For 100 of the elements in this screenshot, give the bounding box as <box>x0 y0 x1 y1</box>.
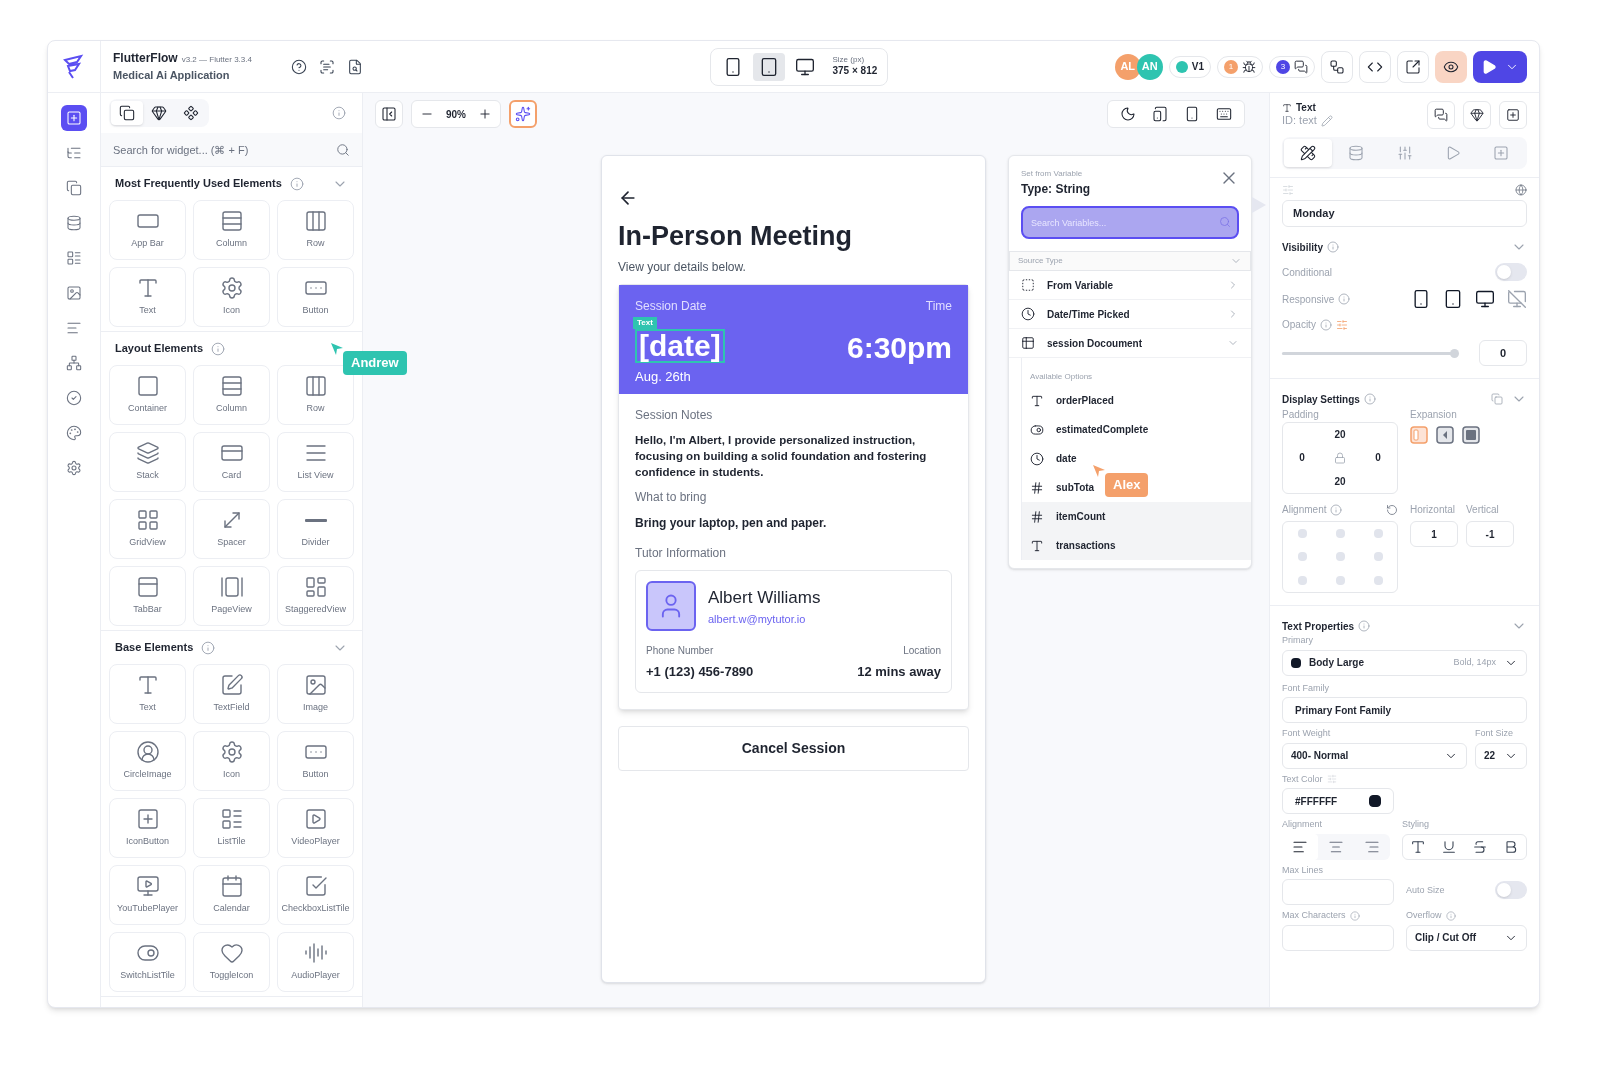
widget-tile[interactable]: Icon <box>193 731 270 791</box>
widget-tile[interactable]: GridView <box>109 499 186 559</box>
responsive-toggle[interactable] <box>1443 289 1463 309</box>
sliders-icon <box>1326 774 1337 785</box>
search-icon <box>336 143 350 157</box>
widget-tile[interactable]: Column <box>193 365 270 425</box>
desktop-icon <box>794 56 815 77</box>
widget-tile[interactable]: CircleImage <box>109 731 186 791</box>
padding-top[interactable]: 20 <box>1334 427 1346 443</box>
widget-tile[interactable]: PageView <box>193 566 270 626</box>
video-player-icon <box>135 874 160 899</box>
widget-tile[interactable]: StaggeredView <box>277 566 354 626</box>
panel-tab[interactable] <box>111 101 143 125</box>
padding-left[interactable]: 0 <box>1299 450 1305 466</box>
option-item[interactable]: orderPlaced <box>1030 393 1114 408</box>
option-item[interactable]: date <box>1030 451 1077 466</box>
preview-button[interactable] <box>1435 50 1467 83</box>
widget-tile[interactable]: Column <box>193 200 270 260</box>
max-characters-field[interactable] <box>1282 924 1394 951</box>
widget-tile[interactable]: Text <box>109 267 186 327</box>
option-item[interactable]: transactions <box>1030 538 1116 553</box>
text-value-field[interactable]: Monday <box>1282 200 1527 227</box>
widget-tile[interactable]: Row <box>277 200 354 260</box>
widget-search-field[interactable]: Search for widget... (⌘ + F) <box>101 133 362 166</box>
option-item[interactable]: estimatedComplete <box>1030 422 1149 437</box>
widget-tile[interactable]: Card <box>193 432 270 492</box>
option-item[interactable]: subTota <box>1030 480 1095 495</box>
toolbar-button[interactable] <box>1359 50 1391 83</box>
section-title: Most Frequently Used Elements <box>115 176 282 192</box>
rail-button[interactable] <box>61 105 87 131</box>
source-item[interactable]: From Variable <box>1009 271 1251 300</box>
padding-label: Padding <box>1282 408 1320 422</box>
font-size-dropdown[interactable]: 22 <box>1475 742 1527 769</box>
expanded-icon[interactable] <box>1436 426 1454 444</box>
widget-tile[interactable]: Button <box>277 731 354 791</box>
panel-action-button[interactable] <box>1463 101 1491 129</box>
responsive-toggle[interactable] <box>1507 289 1527 309</box>
toggle-switch[interactable] <box>1495 881 1527 900</box>
font-family-field[interactable]: Primary Font Family <box>1282 697 1527 723</box>
cancel-session-button[interactable]: Cancel Session <box>618 725 969 771</box>
toggle-switch[interactable] <box>1495 263 1527 281</box>
widget-tile[interactable]: List View <box>277 432 354 492</box>
session-notes: Hello, I'm Albert, I provide personalized instruction, focusing on building a solid foundation and fostering confidence in students. <box>635 433 928 481</box>
toolbar-button[interactable] <box>1397 50 1429 83</box>
widget-tile[interactable]: Icon <box>193 267 270 327</box>
opacity-field[interactable]: 0 <box>1479 340 1527 366</box>
run-button[interactable] <box>1473 50 1527 83</box>
text-color-field[interactable]: #FFFFFF <box>1282 788 1394 814</box>
heart-icon <box>219 941 244 966</box>
responsive-toggle[interactable] <box>1475 289 1495 309</box>
widget-tile[interactable]: Stack <box>109 432 186 492</box>
play-icon <box>1481 58 1497 75</box>
horizontal-field[interactable]: 1 <box>1410 521 1458 547</box>
font-weight-dropdown[interactable]: 400- Normal <box>1282 742 1467 769</box>
padding-bottom[interactable]: 20 <box>1334 473 1346 489</box>
widget-tile[interactable]: TabBar <box>109 566 186 626</box>
widget-tile[interactable]: CheckboxListTile <box>277 865 354 925</box>
check-circle-icon <box>66 390 82 406</box>
vertical-field[interactable]: -1 <box>1466 521 1514 547</box>
device-button[interactable] <box>752 52 785 81</box>
max-lines-field[interactable] <box>1282 879 1394 905</box>
source-item[interactable]: session Docoument <box>1009 329 1251 358</box>
tutor-email[interactable]: albert.w@mytutor.io <box>708 610 821 628</box>
widget-tile[interactable]: VideoPlayer <box>277 798 354 858</box>
ai-button[interactable] <box>509 100 537 128</box>
panel-action-button[interactable] <box>1427 101 1455 129</box>
widget-tile[interactable]: Image <box>277 664 354 724</box>
vertical-label: Vertical <box>1466 503 1500 517</box>
fill-icon[interactable] <box>1462 426 1480 444</box>
widget-tile[interactable]: Calendar <box>193 865 270 925</box>
widget-tile[interactable]: SwitchListTile <box>109 932 186 992</box>
widget-tile[interactable]: Text <box>109 664 186 724</box>
gear-icon <box>219 740 244 765</box>
widget-tile[interactable]: IconButton <box>109 798 186 858</box>
devices-icon <box>1152 106 1168 122</box>
widget-tile[interactable]: ListTile <box>193 798 270 858</box>
padding-right[interactable]: 0 <box>1375 450 1381 466</box>
style-swatch <box>1291 657 1301 668</box>
panel-action-button[interactable] <box>1499 101 1527 129</box>
row-icon <box>303 209 328 234</box>
widget-tile[interactable]: Divider <box>277 499 354 559</box>
widget-tile[interactable]: Container <box>109 365 186 425</box>
widget-tile[interactable]: App Bar <box>109 200 186 260</box>
palette-icon <box>66 425 82 441</box>
widget-tile[interactable]: Button <box>277 267 354 327</box>
source-item[interactable]: Date/Time Picked <box>1009 300 1251 329</box>
size-label: Size (px) <box>832 55 866 66</box>
collapse-button[interactable] <box>375 100 403 128</box>
text-style-dropdown[interactable]: Body Large Bold, 14px <box>1282 649 1527 676</box>
widget-tile[interactable]: ToggleIcon <box>193 932 270 992</box>
widget-tile[interactable]: YouTubePlayer <box>109 865 186 925</box>
overflow-dropdown[interactable]: Clip / Cut Off <box>1406 924 1527 951</box>
copy-icon <box>66 180 82 196</box>
properties-tab[interactable] <box>1284 139 1333 167</box>
widget-tile[interactable]: AudioPlayer <box>277 932 354 992</box>
widget-tile[interactable]: Spacer <box>193 499 270 559</box>
app-name: FlutterFlow <box>113 50 178 68</box>
option-item[interactable]: itemCount <box>1030 509 1106 524</box>
widget-tile[interactable]: TextField <box>193 664 270 724</box>
toolbar-button[interactable] <box>1321 50 1353 83</box>
